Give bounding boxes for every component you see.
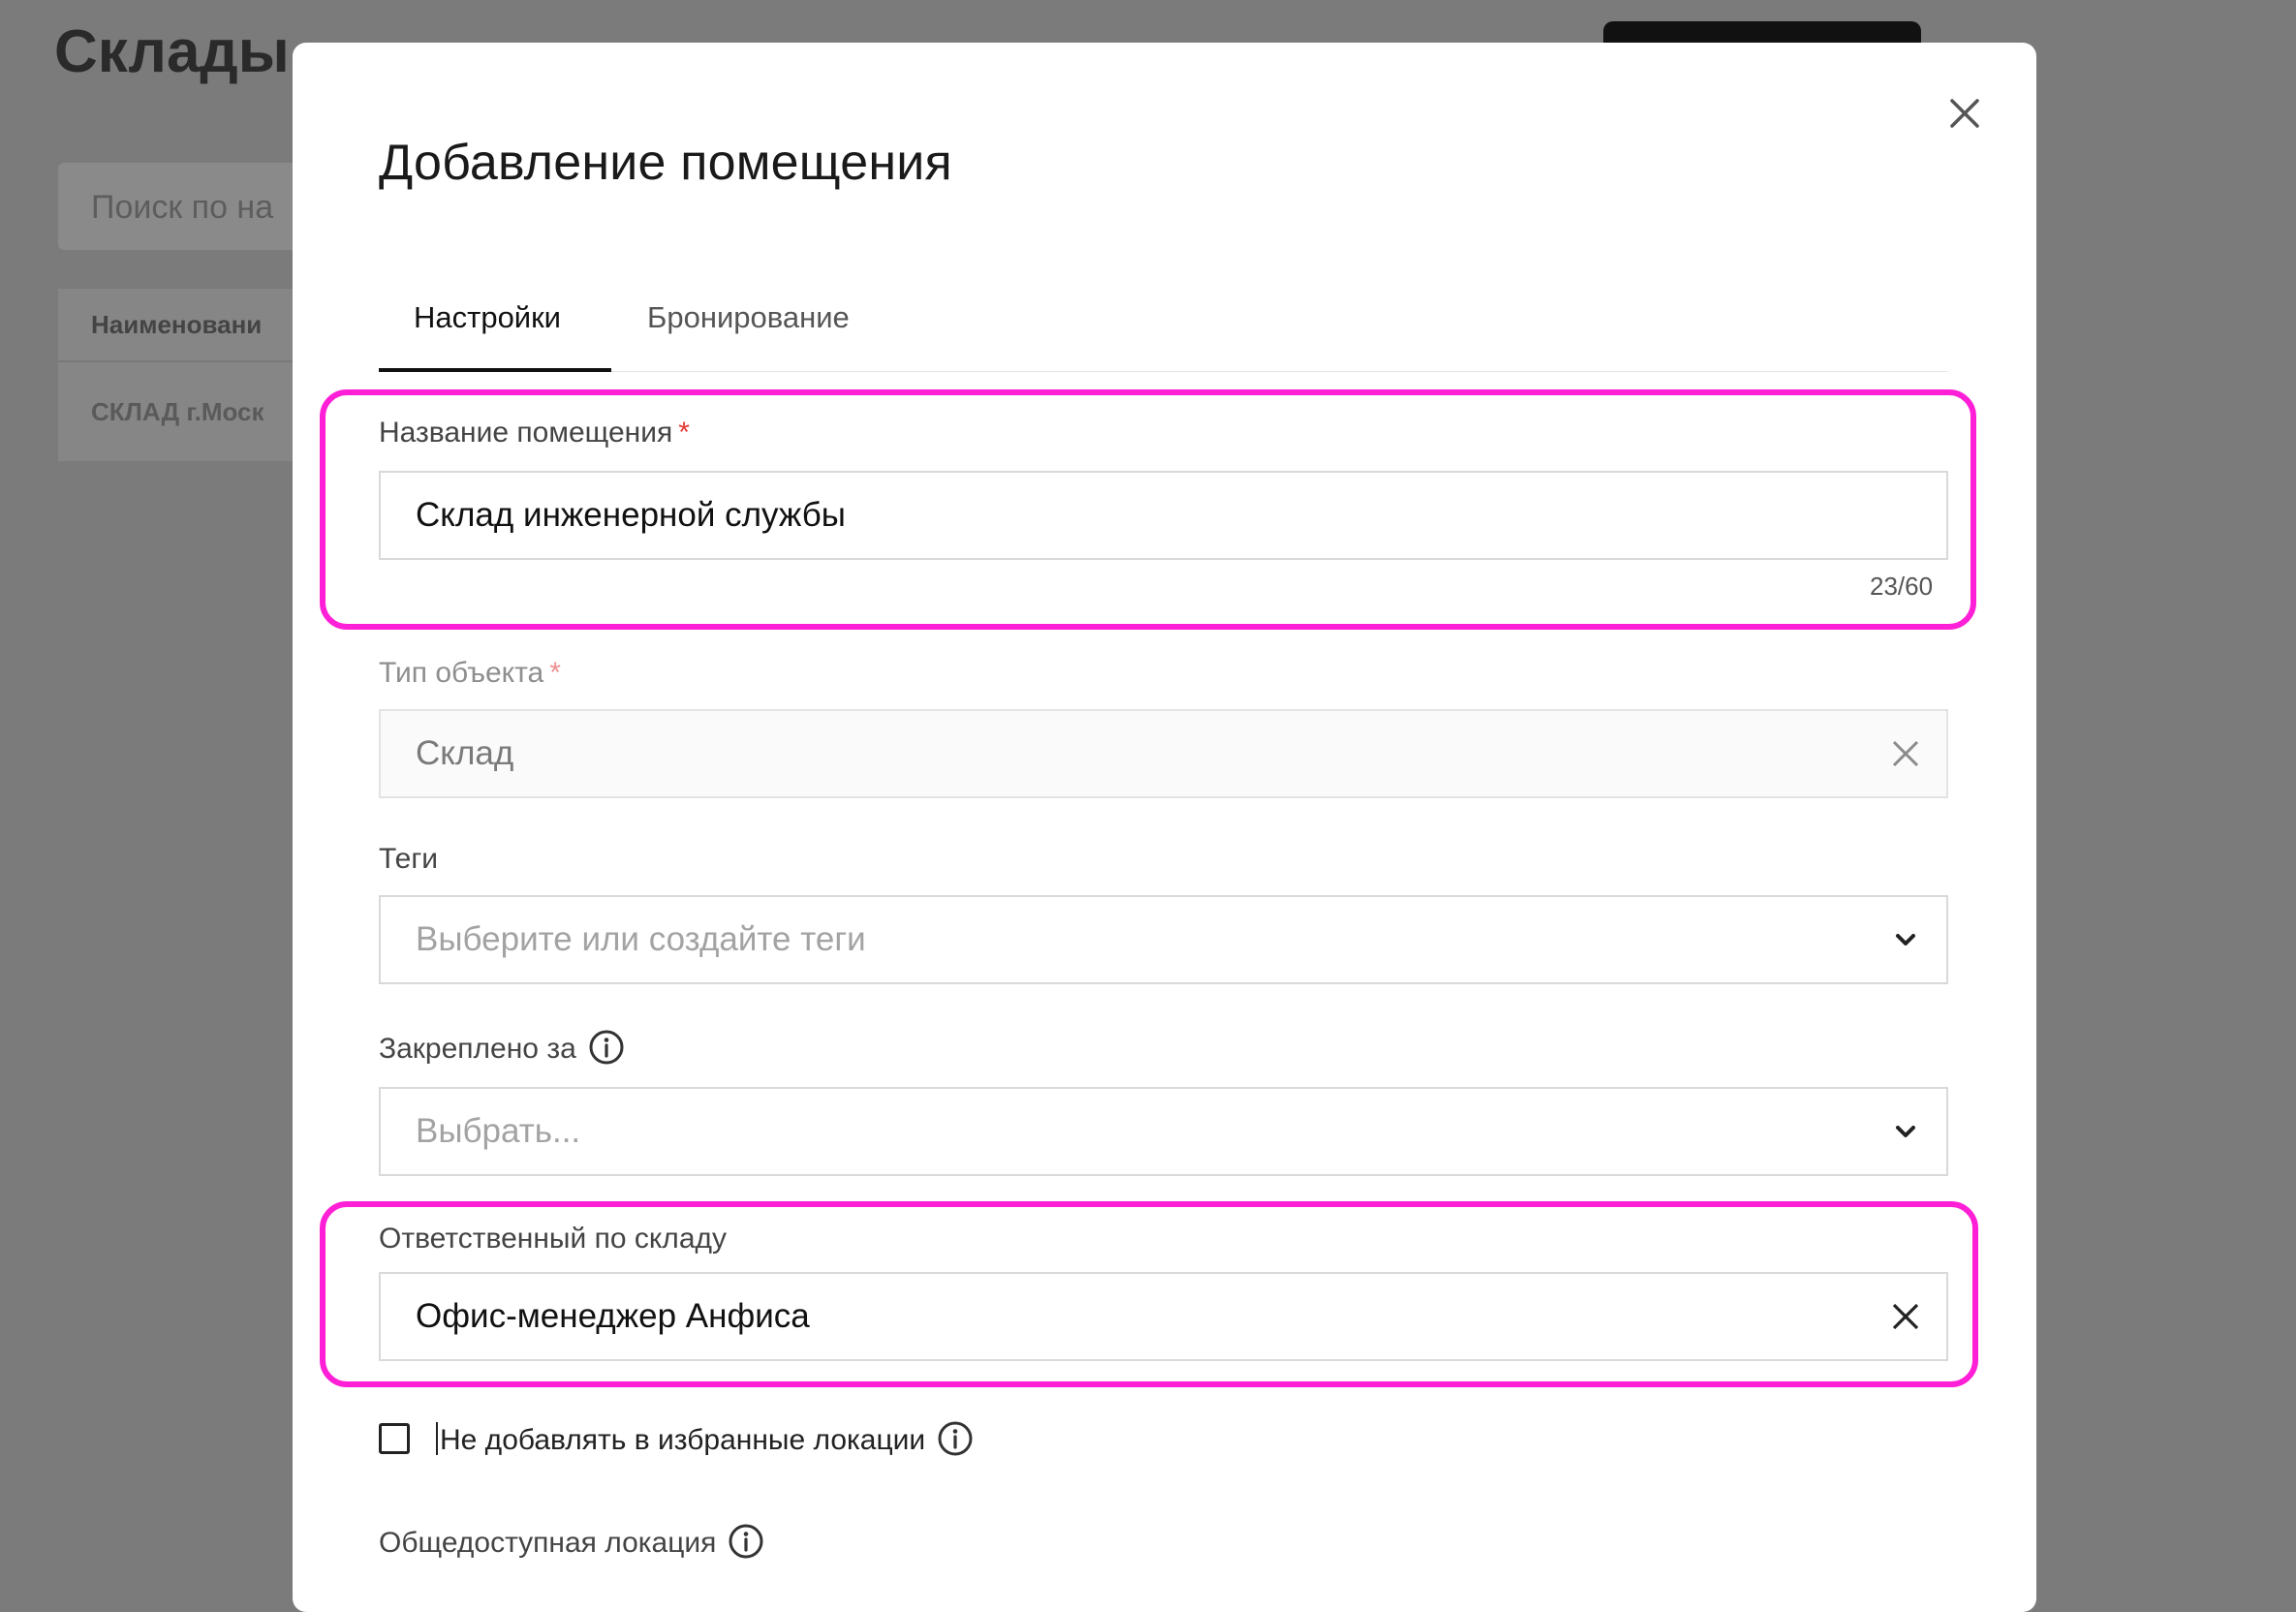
clear-warehouse-responsible-button[interactable] — [1886, 1297, 1925, 1336]
info-icon[interactable] — [937, 1420, 974, 1457]
object-type-select[interactable]: Склад — [379, 709, 1948, 798]
background-table-header: Наименовани — [91, 310, 263, 339]
close-modal-button[interactable] — [1942, 91, 1987, 136]
info-icon[interactable] — [728, 1523, 764, 1560]
required-mark: * — [678, 417, 690, 449]
tags-dropdown-toggle[interactable] — [1886, 920, 1925, 959]
required-mark: * — [549, 657, 561, 689]
assigned-to-dropdown-toggle[interactable] — [1886, 1112, 1925, 1151]
exclude-favorites-label-text: Не добавлять в избранные локации — [440, 1424, 926, 1456]
info-icon-svg — [729, 1524, 763, 1559]
active-tab-indicator — [379, 368, 611, 372]
room-name-char-counter: 23/60 — [1870, 572, 1934, 601]
public-location-label: Общедоступная локация — [379, 1523, 764, 1560]
room-name-input[interactable]: Склад инженерной службы — [379, 471, 1948, 560]
room-name-label-text: Название помещения — [379, 417, 673, 449]
clear-object-type-button[interactable] — [1886, 734, 1925, 773]
clear-icon — [1892, 1303, 1919, 1330]
public-location-label-text: Общедоступная локация — [379, 1527, 717, 1559]
tab-settings[interactable]: Настройки — [414, 300, 561, 335]
info-icon-svg — [589, 1030, 624, 1065]
assigned-to-label-text: Закреплено за — [379, 1033, 576, 1065]
warehouse-responsible-value: Офис-менеджер Анфиса — [416, 1297, 810, 1335]
exclude-favorites-checkbox[interactable] — [379, 1423, 410, 1454]
warehouse-responsible-label: Ответственный по складу — [379, 1223, 728, 1255]
info-icon[interactable] — [588, 1029, 625, 1066]
add-room-modal — [293, 43, 2036, 1612]
background-page-title: Склады — [54, 18, 290, 85]
tabs-divider — [379, 371, 1948, 372]
assigned-to-select[interactable]: Выбрать... — [379, 1087, 1948, 1176]
assigned-to-label: Закреплено за — [379, 1029, 625, 1066]
room-name-label: Название помещения * — [379, 417, 690, 450]
tags-label: Теги — [379, 843, 439, 875]
background-table-row: СКЛАД г.Моск — [91, 397, 264, 426]
modal-title: Добавление помещения — [379, 135, 952, 191]
clear-icon — [1892, 740, 1919, 767]
tags-placeholder: Выберите или создайте теги — [416, 920, 866, 958]
object-type-value: Склад — [416, 734, 514, 772]
background-table-divider — [58, 360, 310, 362]
chevron-down-icon — [1896, 934, 1915, 946]
room-name-value: Склад инженерной службы — [416, 496, 846, 534]
chevron-down-icon — [1896, 1126, 1915, 1137]
text-cursor — [436, 1422, 438, 1455]
close-icon — [1950, 99, 1979, 128]
object-type-label: Тип объекта * — [379, 657, 561, 690]
warehouse-responsible-select[interactable]: Офис-менеджер Анфиса — [379, 1272, 1948, 1361]
exclude-favorites-label: Не добавлять в избранные локации — [436, 1420, 974, 1457]
background-search-placeholder: Поиск по на — [91, 189, 274, 226]
assigned-to-placeholder: Выбрать... — [416, 1112, 581, 1150]
info-icon-svg — [938, 1421, 973, 1456]
object-type-label-text: Тип объекта — [379, 657, 544, 689]
tab-booking[interactable]: Бронирование — [647, 300, 850, 335]
tags-select[interactable]: Выберите или создайте теги — [379, 895, 1948, 984]
